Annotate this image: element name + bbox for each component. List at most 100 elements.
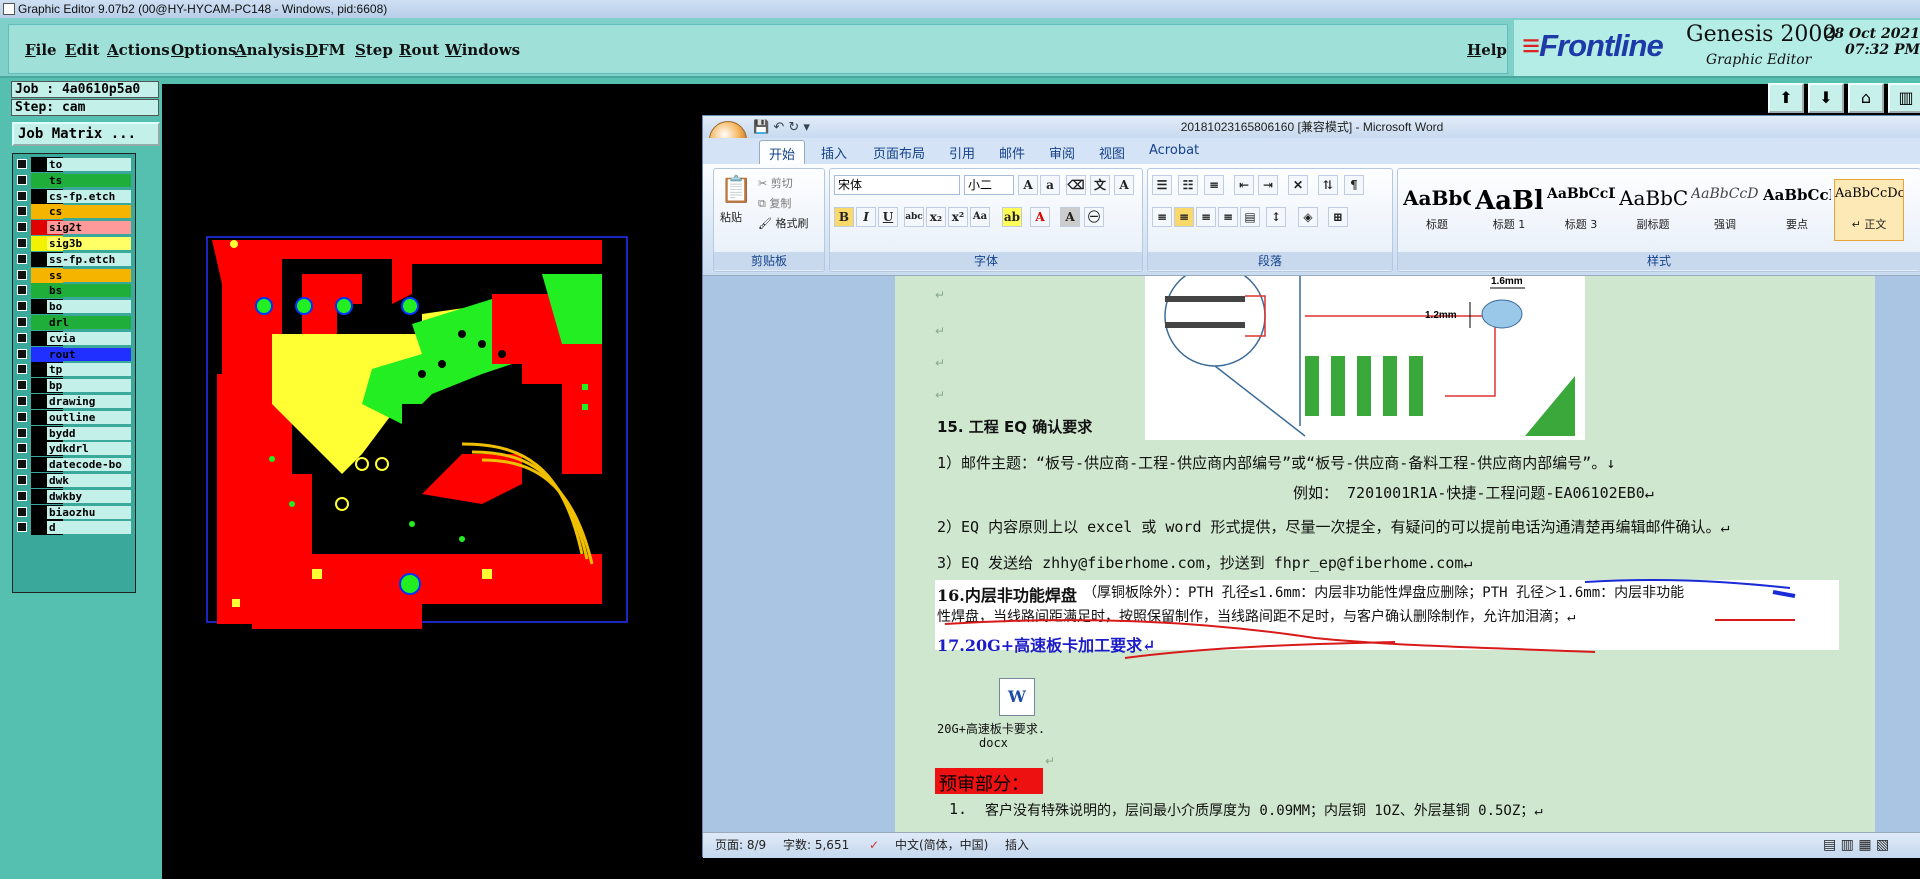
layer-row[interactable]: ts — [15, 172, 135, 188]
underline-button[interactable]: U — [878, 207, 898, 227]
layer-name[interactable]: sig2t — [47, 221, 131, 235]
highlight-button[interactable]: ab — [1002, 207, 1022, 227]
layer-row[interactable]: sig2t — [15, 220, 135, 236]
layer-name[interactable]: rout — [47, 347, 131, 361]
tab-page-layout[interactable]: 页面布局 — [873, 143, 925, 162]
layer-name[interactable]: sig3b — [47, 237, 131, 250]
layer-row[interactable]: cs — [15, 204, 135, 220]
layer-row[interactable]: ydkdrl — [15, 441, 135, 457]
style-strong[interactable]: AaBbCcD要点 — [1762, 179, 1832, 241]
home-icon[interactable]: ⌂ — [1848, 83, 1884, 113]
layer-row[interactable]: cvia — [15, 330, 135, 346]
layer-row[interactable]: bo — [15, 299, 135, 315]
grow-font-button[interactable]: A — [1018, 175, 1038, 195]
layer-checkbox[interactable] — [17, 427, 27, 438]
align-center-button[interactable]: ≡ — [1174, 207, 1194, 227]
layer-name[interactable]: d — [47, 521, 131, 535]
layer-row[interactable]: ss — [15, 267, 135, 283]
layer-checkbox[interactable] — [17, 475, 27, 485]
status-page[interactable]: 页面: 8/9 — [715, 833, 766, 857]
distribute-button[interactable]: ▤ — [1240, 207, 1260, 227]
layer-checkbox[interactable] — [17, 459, 27, 470]
layer-checkbox[interactable] — [17, 348, 27, 359]
paste-icon[interactable]: 📋 — [720, 175, 752, 205]
layer-name[interactable]: drl — [47, 316, 131, 329]
layer-name[interactable]: drawing — [47, 395, 131, 408]
save-icon[interactable]: 💾 — [753, 120, 769, 135]
align-right-button[interactable]: ≡ — [1196, 207, 1216, 227]
tab-acrobat[interactable]: Acrobat — [1149, 143, 1199, 158]
layer-checkbox[interactable] — [17, 206, 27, 217]
cut-button[interactable]: ✂ 剪切 — [758, 175, 793, 191]
shrink-font-button[interactable]: a — [1040, 175, 1060, 195]
chinese-layout-button[interactable]: ✕ — [1288, 175, 1308, 195]
layer-name[interactable]: to — [47, 158, 131, 171]
bullets-button[interactable]: ☰ — [1152, 175, 1172, 195]
justify-button[interactable]: ≡ — [1218, 207, 1238, 227]
style-heading-3[interactable]: AaBbCcD 标题 3 — [1546, 179, 1616, 241]
sort-button[interactable]: ⇅ — [1318, 175, 1338, 195]
layer-name[interactable]: datecode-bo — [47, 458, 131, 472]
layer-checkbox[interactable] — [17, 238, 27, 248]
layer-name[interactable]: cvia — [47, 331, 131, 345]
layer-name[interactable]: cs-fp.etch — [47, 189, 131, 203]
increase-indent-button[interactable]: ⇥ — [1258, 175, 1278, 195]
copy-button[interactable]: ⧉ 复制 — [758, 195, 791, 211]
attachment-label[interactable]: docx — [979, 736, 1008, 750]
layer-name[interactable]: bp — [47, 379, 131, 393]
multilevel-list-button[interactable]: ≡ — [1204, 175, 1224, 195]
strikethrough-button[interactable]: abc — [904, 207, 924, 227]
layer-checkbox[interactable] — [17, 253, 27, 264]
shading-button[interactable]: ◈ — [1298, 207, 1318, 227]
tab-review[interactable]: 审阅 — [1049, 143, 1075, 162]
style-heading-1[interactable]: AaBl 标题 1 — [1474, 179, 1544, 241]
clear-format-button[interactable]: ⌫ — [1066, 175, 1086, 195]
layer-name[interactable]: cs — [47, 205, 131, 219]
tab-insert[interactable]: 插入 — [821, 143, 847, 162]
menu-dfm[interactable]: DFM — [305, 41, 345, 59]
document-page[interactable]: 1.6mm 1.2mm ↵ ↵ ↵ ↵ 15. 工程 EQ 确认要求 1）邮件主… — [895, 265, 1875, 832]
menu-edit[interactable]: Edit — [65, 41, 100, 59]
layer-row[interactable]: outline — [15, 409, 135, 425]
layer-row[interactable]: sig3b — [15, 236, 135, 251]
paste-button[interactable]: 粘贴 — [720, 209, 742, 225]
layer-checkbox[interactable] — [17, 301, 27, 312]
layer-name[interactable]: bydd — [47, 426, 131, 440]
toolbar-button[interactable]: ⬇ — [1808, 83, 1844, 113]
tab-references[interactable]: 引用 — [949, 143, 975, 162]
undo-icon[interactable]: ↶ — [773, 120, 784, 135]
redo-icon[interactable]: ↻ — [788, 120, 799, 135]
layer-checkbox[interactable] — [17, 159, 27, 169]
italic-button[interactable]: I — [856, 207, 876, 227]
style-subtitle[interactable]: AaBbC 副标题 — [1618, 179, 1688, 241]
layer-checkbox[interactable] — [17, 380, 27, 391]
style-emphasis[interactable]: AaBbCcDa强调 — [1690, 179, 1760, 241]
layer-checkbox[interactable] — [17, 364, 27, 375]
layer-row[interactable]: biaozhu — [15, 504, 135, 520]
layer-checkbox[interactable] — [17, 522, 27, 533]
menu-step[interactable]: Step — [355, 41, 393, 59]
show-marks-button[interactable]: ¶ — [1344, 175, 1364, 195]
menu-rout[interactable]: Rout — [399, 41, 439, 59]
superscript-button[interactable]: x² — [948, 207, 968, 227]
style-normal[interactable]: AaBbCcDc ↵ 正文 — [1834, 179, 1904, 241]
status-words[interactable]: 字数: 5,651 — [783, 833, 849, 857]
phonetic-button[interactable]: 文 — [1090, 175, 1110, 195]
enclose-char-button[interactable]: ㊀ — [1084, 207, 1104, 227]
layer-checkbox[interactable] — [17, 490, 27, 501]
menu-file[interactable]: File — [25, 41, 57, 59]
font-color-button[interactable]: A — [1030, 207, 1050, 227]
borders-button[interactable]: ⊞ — [1328, 207, 1348, 227]
style-title[interactable]: AaBbC 标题 — [1402, 179, 1472, 241]
layer-row[interactable]: bydd — [15, 425, 135, 441]
layer-row[interactable]: rout — [15, 346, 135, 362]
toolbar-button[interactable]: ⬆ — [1768, 83, 1804, 113]
menu-options[interactable]: Options — [171, 41, 237, 59]
layer-row[interactable]: ss-fp.etch — [15, 251, 135, 267]
layer-row[interactable]: bp — [15, 378, 135, 394]
char-shading-button[interactable]: A — [1060, 207, 1080, 227]
tab-home[interactable]: 开始 — [759, 140, 805, 164]
layer-name[interactable]: biaozhu — [47, 505, 131, 519]
layer-row[interactable]: d — [15, 520, 135, 536]
font-name-select[interactable]: 宋体 — [834, 175, 960, 195]
